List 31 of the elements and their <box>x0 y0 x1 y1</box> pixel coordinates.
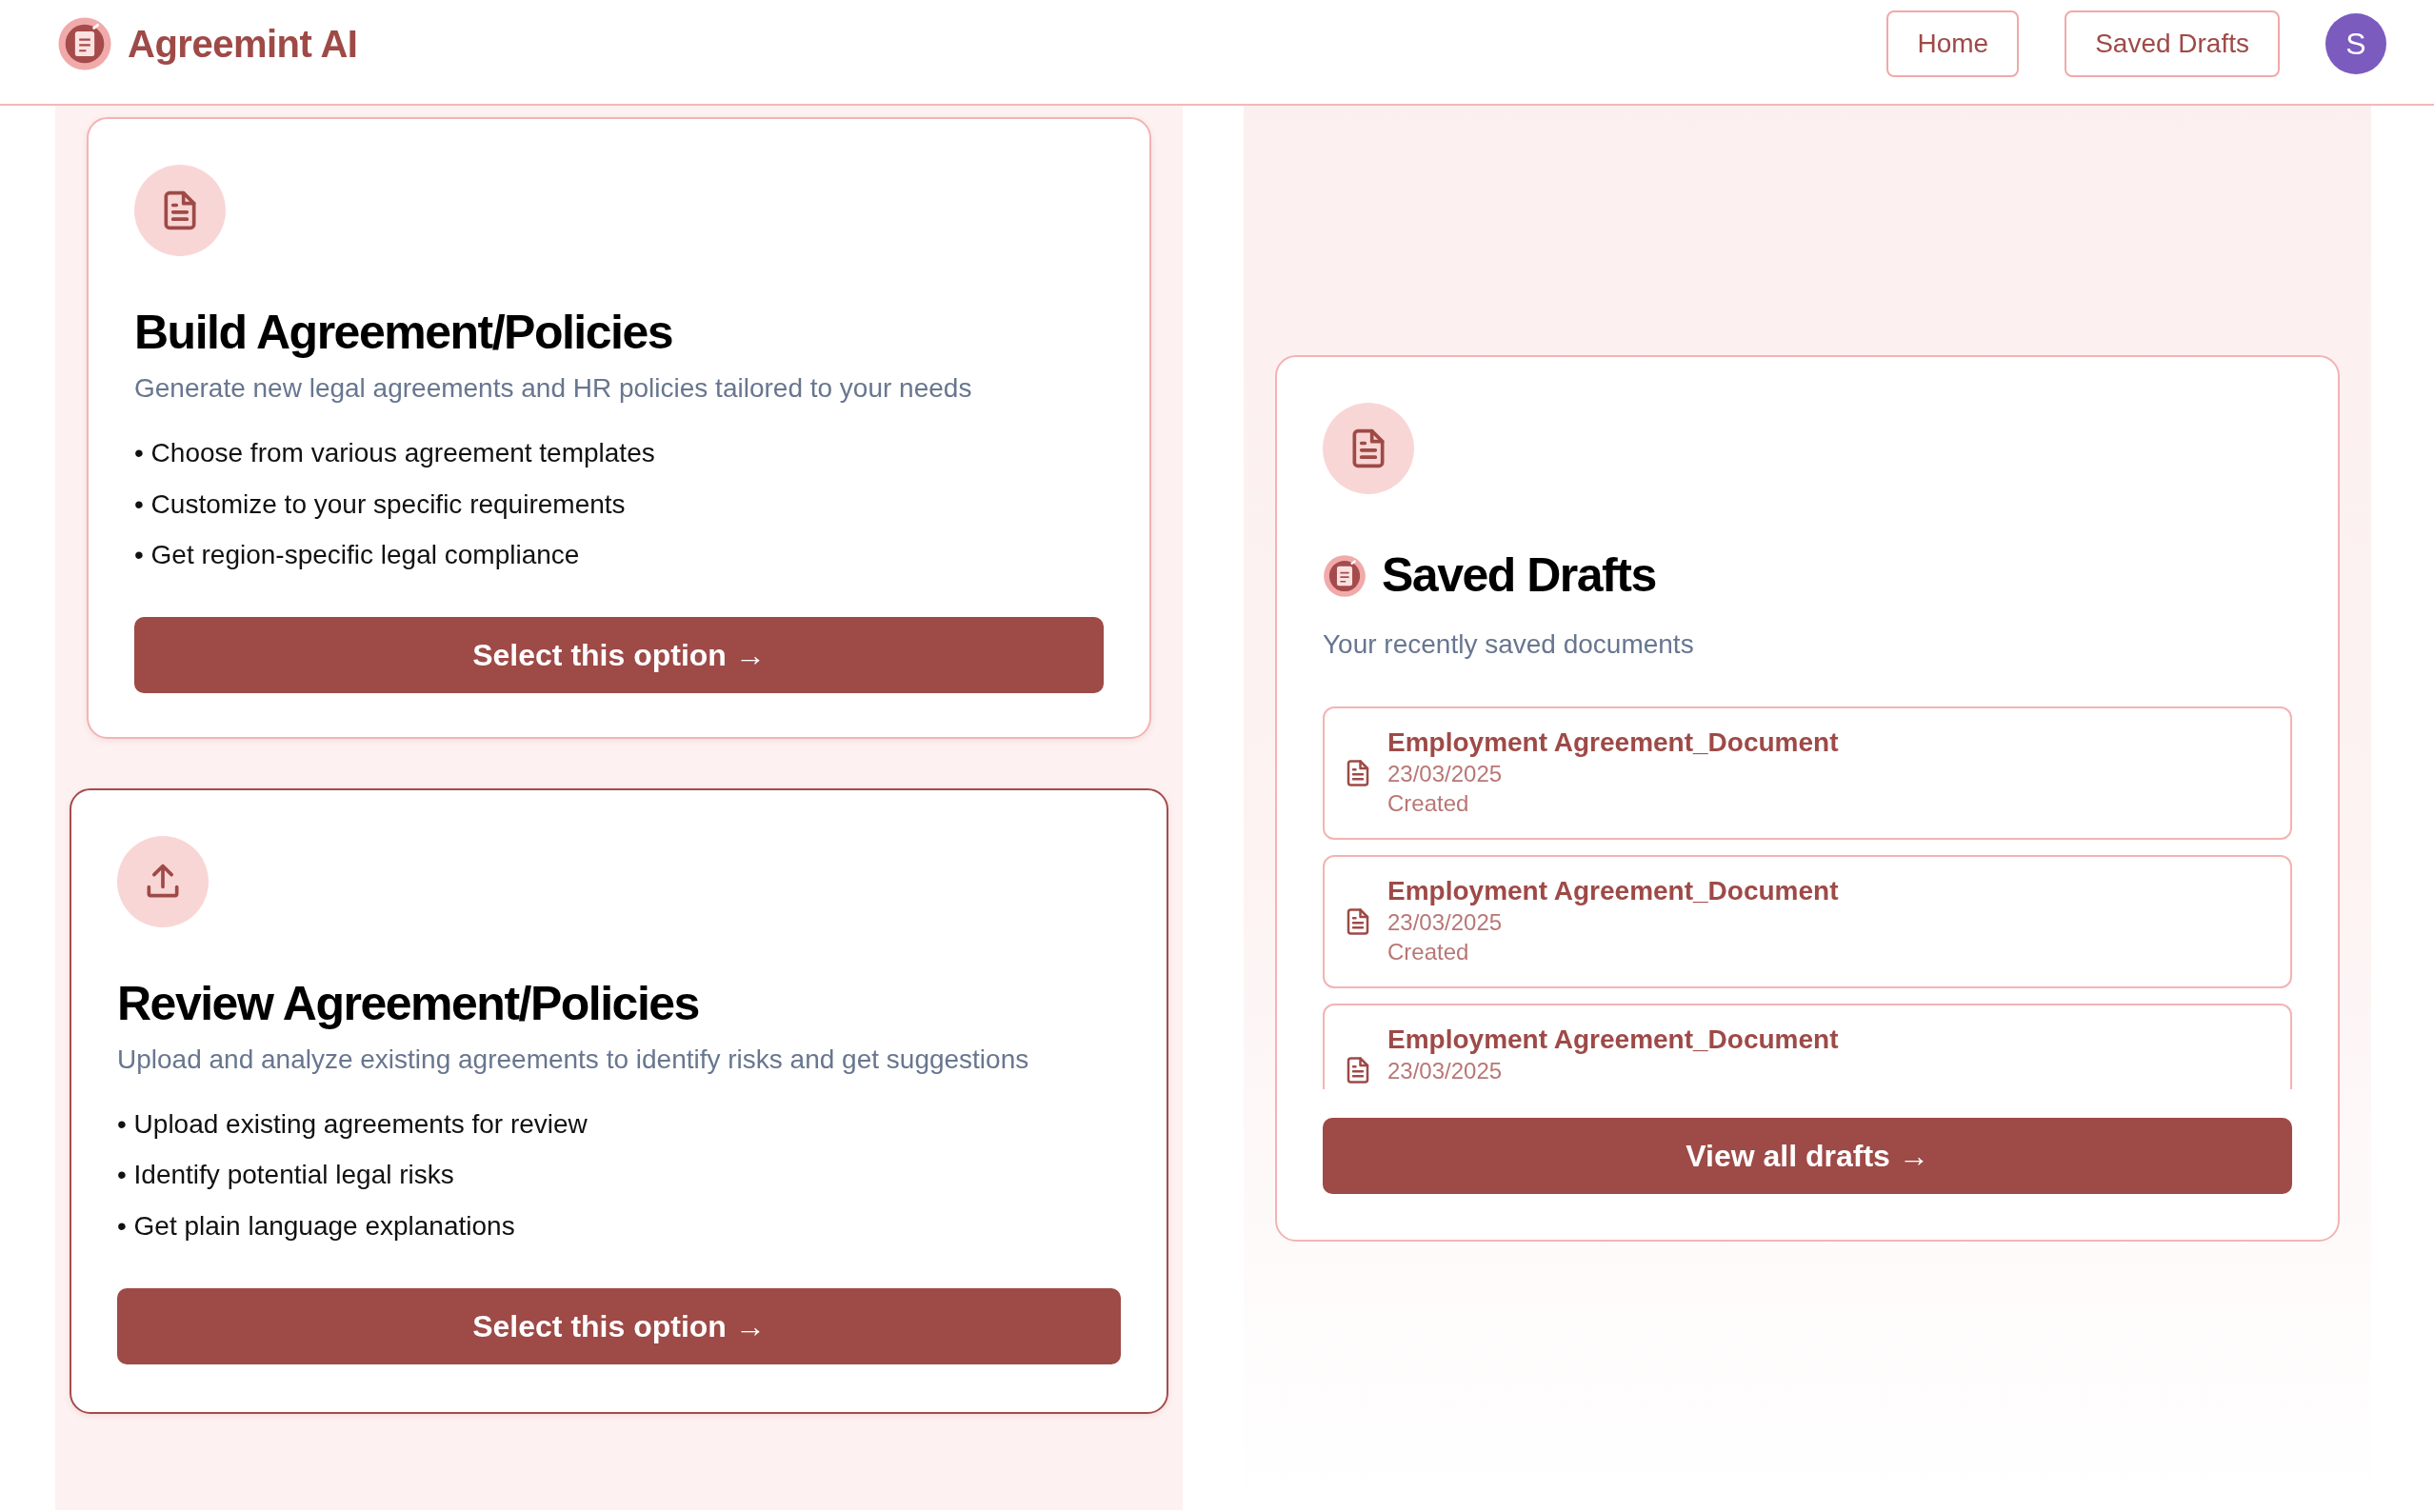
card-title: Saved Drafts <box>1382 547 1656 604</box>
draft-status: Created <box>1387 789 1470 819</box>
feature-item: • Customize to your specific requirements <box>134 487 627 521</box>
card-title: Review Agreement/Policies <box>117 975 700 1032</box>
feature-item: • Get plain language explanations <box>117 1209 516 1243</box>
draft-name: Employment Agreement_Document <box>1387 875 1839 907</box>
draft-status: Created <box>1387 938 1470 967</box>
card-subtitle: Upload and analyze existing agreements to identify risks and get suggestions <box>117 1043 1030 1076</box>
draft-item[interactable]: Employment Agreement_Document 23/03/2025 Created <box>1323 855 2292 988</box>
draft-name: Employment Agreement_Document <box>1387 1024 1839 1056</box>
select-option-button[interactable]: Select this option → <box>117 1287 1121 1364</box>
logo-icon <box>1323 553 1367 598</box>
feature-item: • Choose from various agreement templates <box>134 437 656 469</box>
nav-button[interactable]: Home <box>1886 10 2020 77</box>
draft-name: Employment Agreement_Document <box>1387 726 1839 759</box>
user-avatar[interactable]: S <box>2325 12 2386 74</box>
draft-item[interactable]: Employment Agreement_Document 23/03/2025 Created <box>1323 706 2292 840</box>
brand-name: Agreemint AI <box>128 21 358 67</box>
card-subtitle: Generate new legal agreements and HR policies tailored to your needs <box>134 372 973 405</box>
feature-item: • Get region-specific legal compliance <box>134 539 581 571</box>
nav-button[interactable]: Saved Drafts <box>2065 10 2280 77</box>
draft-date: 23/03/2025 <box>1387 908 1504 937</box>
draft-date: 23/03/2025 <box>1387 1057 1504 1085</box>
draft-date: 23/03/2025 <box>1387 760 1504 788</box>
feature-item: • Identify potential legal risks <box>117 1159 455 1191</box>
card-title: Build Agreement/Policies <box>134 305 674 361</box>
logo-icon <box>57 15 112 71</box>
feature-item: • Upload existing agreements for review <box>117 1107 589 1141</box>
card-subtitle: Your recently saved documents <box>1323 628 1695 661</box>
view-drafts-button[interactable]: View all drafts → <box>1323 1118 2292 1194</box>
select-option-button[interactable]: Select this option → <box>134 616 1104 693</box>
